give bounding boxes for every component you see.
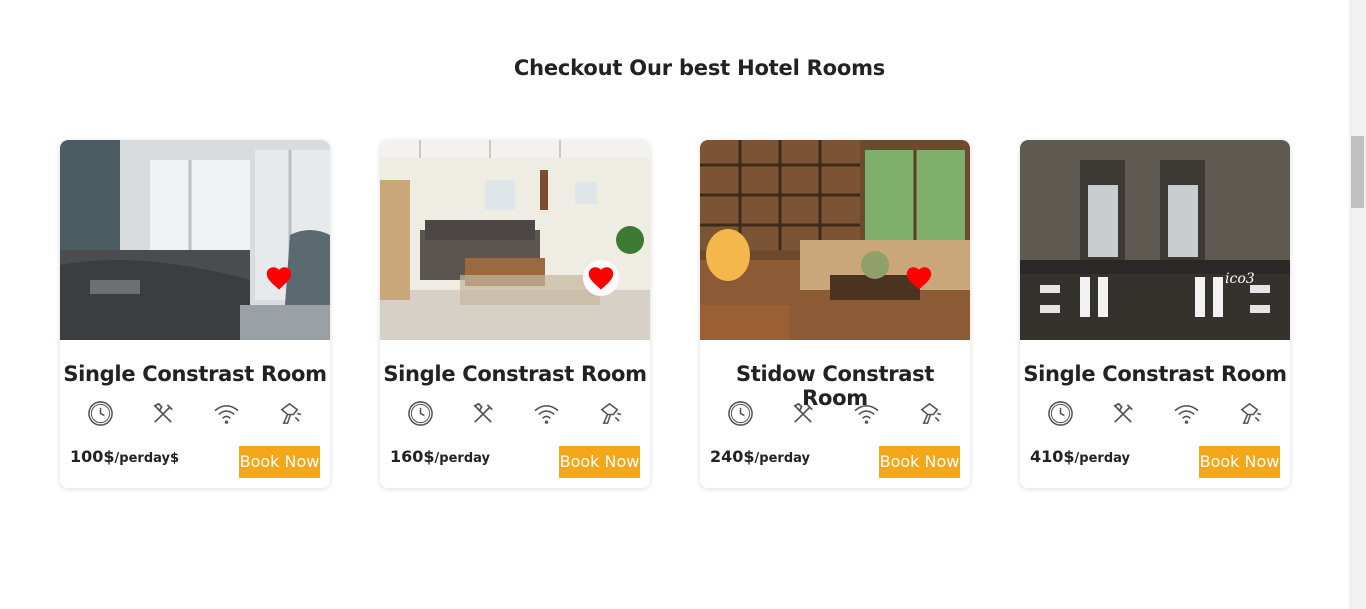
room-photo bbox=[380, 140, 650, 340]
price-amount: 100$ bbox=[70, 447, 115, 466]
room-photo bbox=[700, 140, 970, 340]
price-amount: 160$ bbox=[390, 447, 435, 466]
room-photo bbox=[1020, 140, 1290, 340]
book-now-button[interactable]: Book Now bbox=[1199, 446, 1280, 478]
clock-icon bbox=[727, 400, 754, 427]
room-photo bbox=[60, 140, 330, 340]
heart-icon[interactable] bbox=[905, 265, 933, 296]
scrollbar-thumb[interactable] bbox=[1351, 136, 1364, 208]
hair-dryer-icon bbox=[916, 400, 943, 427]
tools-icon bbox=[150, 400, 177, 427]
vertical-scrollbar[interactable] bbox=[1349, 0, 1366, 609]
wifi-icon bbox=[853, 400, 880, 427]
room-name: Single Constrast Room bbox=[383, 362, 647, 386]
hair-dryer-icon bbox=[1236, 400, 1263, 427]
wifi-icon bbox=[533, 400, 560, 427]
tools-icon bbox=[790, 400, 817, 427]
room-card: Single Constrast Room 160$/perday Book N… bbox=[380, 140, 650, 488]
room-price: 160$/perday bbox=[390, 447, 490, 466]
amenities bbox=[407, 400, 623, 427]
heart-icon[interactable] bbox=[583, 260, 619, 296]
room-price: 240$/perday bbox=[710, 447, 810, 466]
wifi-icon bbox=[213, 400, 240, 427]
book-now-button[interactable]: Book Now bbox=[239, 446, 320, 478]
price-unit: /perday bbox=[1074, 451, 1130, 466]
book-now-button[interactable]: Book Now bbox=[559, 446, 640, 478]
price-unit: /perday$ bbox=[114, 451, 180, 466]
room-card: Single Constrast Room 100$/perday$ Book … bbox=[60, 140, 330, 488]
room-name: Single Constrast Room bbox=[63, 362, 327, 386]
heart-icon[interactable] bbox=[265, 265, 293, 296]
page: Checkout Our best Hotel Rooms Single Con… bbox=[0, 0, 1349, 609]
clock-icon bbox=[87, 400, 114, 427]
room-card: ico3 Single Constrast Room 410$/perday B… bbox=[1020, 140, 1290, 488]
amenities bbox=[1047, 400, 1263, 427]
room-price: 100$/perday$ bbox=[70, 447, 179, 466]
book-now-button[interactable]: Book Now bbox=[879, 446, 960, 478]
favorite-icon-alt-text[interactable]: ico3 bbox=[1225, 271, 1255, 287]
wifi-icon bbox=[1173, 400, 1200, 427]
tools-icon bbox=[1110, 400, 1137, 427]
amenities bbox=[727, 400, 943, 427]
price-unit: /perday bbox=[754, 451, 810, 466]
hair-dryer-icon bbox=[276, 400, 303, 427]
price-unit: /perday bbox=[434, 451, 490, 466]
room-card: Stidow Constrast Room 240$/perday Book N… bbox=[700, 140, 970, 488]
tools-icon bbox=[470, 400, 497, 427]
hair-dryer-icon bbox=[596, 400, 623, 427]
clock-icon bbox=[1047, 400, 1074, 427]
price-amount: 240$ bbox=[710, 447, 755, 466]
clock-icon bbox=[407, 400, 434, 427]
price-amount: 410$ bbox=[1030, 447, 1075, 466]
section-title: Checkout Our best Hotel Rooms bbox=[513, 56, 886, 80]
room-price: 410$/perday bbox=[1030, 447, 1130, 466]
room-name: Single Constrast Room bbox=[1023, 362, 1287, 386]
amenities bbox=[87, 400, 303, 427]
